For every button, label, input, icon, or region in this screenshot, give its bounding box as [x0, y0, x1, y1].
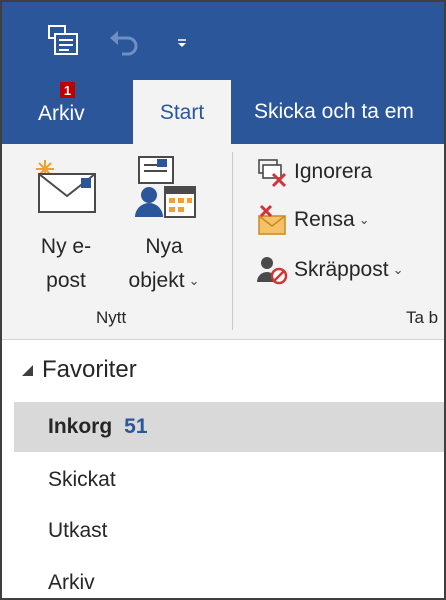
chevron-down-icon: ⌄ [358, 212, 370, 227]
folder-archive[interactable]: Arkiv [14, 558, 444, 598]
new-email-button[interactable]: Ny e- post [18, 152, 114, 298]
customize-toolbar-button[interactable] [172, 32, 192, 54]
folder-name: Arkiv [48, 571, 95, 594]
unread-count: 51 [124, 415, 148, 438]
new-items-button[interactable]: Nya objekt ⌄ [110, 152, 218, 298]
group-label-delete: Ta b [406, 308, 439, 327]
folder-pane: Favoriter Inkorg 51 Skickat Utkast Arkiv [2, 340, 444, 598]
group-divider [232, 152, 233, 330]
ribbon-start: Ny e- post Nya objekt ⌄ Nytt Ignorera Re… [2, 144, 444, 340]
chevron-down-icon [178, 39, 186, 47]
group-label-new: Nytt [96, 308, 127, 327]
tab-label: Arkiv [38, 102, 85, 125]
folder-sent[interactable]: Skickat [14, 455, 444, 505]
clean-up-label: Rensa [294, 208, 355, 231]
ignore-icon [254, 154, 290, 190]
new-items-label-line1: Nya [145, 235, 183, 258]
folder-drafts[interactable]: Utkast [14, 506, 444, 556]
ignore-label: Ignorera [294, 160, 373, 183]
tab-start[interactable]: Start [133, 80, 231, 146]
junk-icon [254, 252, 290, 288]
new-email-label-line1: Ny e- [40, 235, 92, 258]
send-receive-icon [48, 25, 78, 55]
clean-up-button[interactable]: Rensa ⌄ [254, 200, 370, 240]
new-email-label-line2: post [46, 269, 86, 292]
folder-name: Skickat [48, 468, 116, 491]
chevron-down-icon: ⌄ [188, 273, 200, 289]
outlook-window: Arkiv Start Skicka och ta em 1 Ny e- pos… [0, 0, 446, 600]
title-bar [2, 2, 444, 80]
tab-label: Start [159, 101, 205, 124]
new-items-icon [129, 152, 199, 224]
collapse-triangle-icon [20, 363, 34, 377]
junk-label: Skräppost [294, 258, 389, 281]
clean-up-icon [254, 202, 290, 238]
keytip-badge: 1 [60, 82, 75, 98]
folder-name: Utkast [48, 519, 108, 542]
tab-label: Skicka och ta em [254, 100, 414, 123]
tab-skicka-och-ta-emot[interactable]: Skicka och ta em [254, 80, 444, 144]
undo-icon [110, 31, 138, 56]
ignore-button[interactable]: Ignorera [254, 152, 372, 192]
chevron-down-icon: ⌄ [392, 262, 404, 277]
junk-button[interactable]: Skräppost ⌄ [254, 250, 403, 290]
new-items-label-line2: objekt [128, 269, 185, 292]
send-receive-all-button[interactable] [44, 23, 82, 59]
new-email-icon [31, 152, 101, 224]
undo-button[interactable] [106, 26, 142, 58]
favorites-label: Favoriter [42, 356, 137, 383]
favorites-header[interactable]: Favoriter [20, 352, 137, 388]
folder-name: Inkorg [48, 415, 113, 438]
folder-inbox[interactable]: Inkorg 51 [14, 402, 444, 452]
tab-arkiv[interactable]: Arkiv [38, 80, 122, 144]
